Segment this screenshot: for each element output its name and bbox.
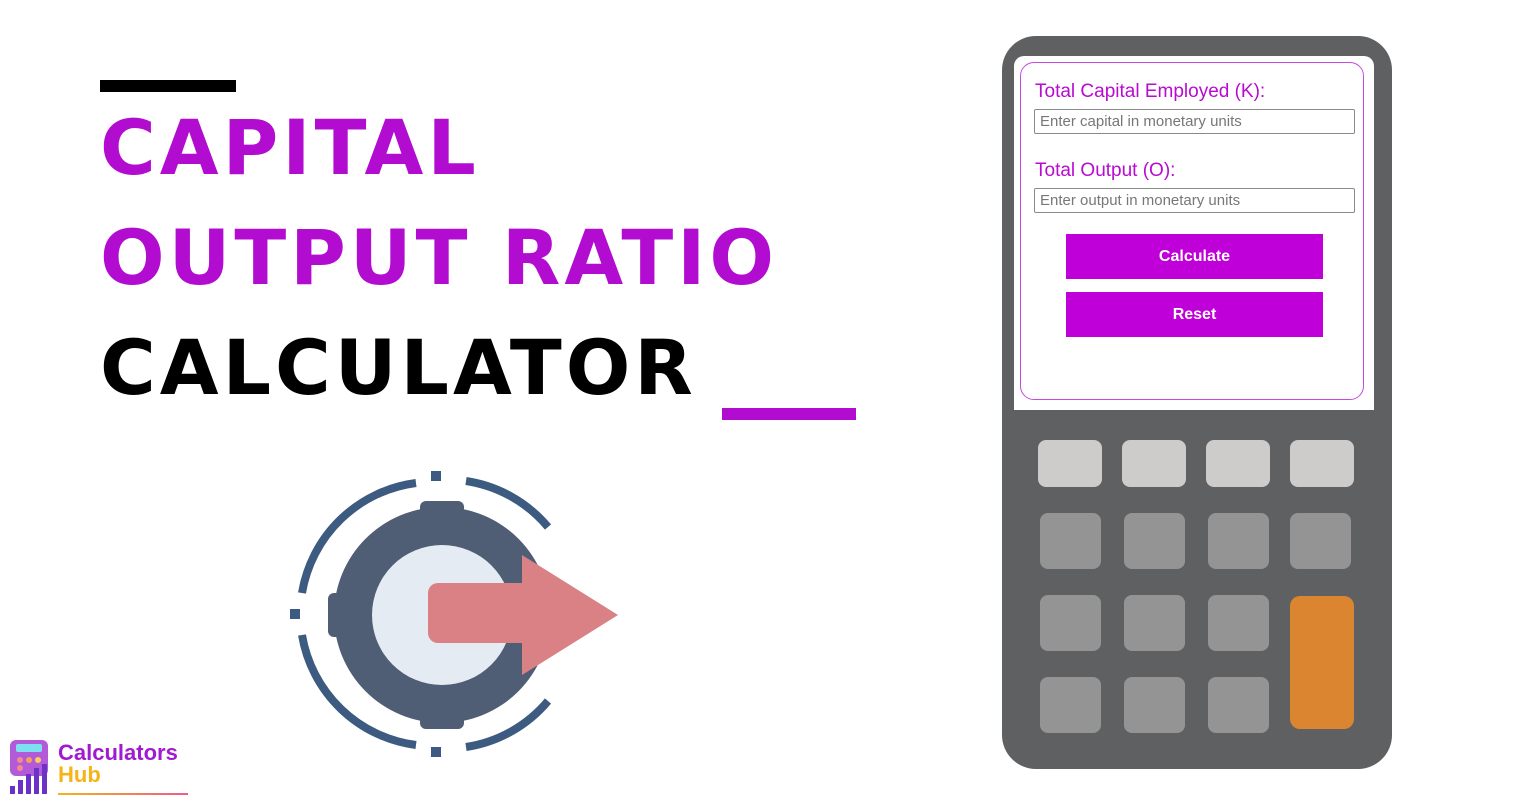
calculator-key [1038, 440, 1102, 487]
reset-button[interactable]: Reset [1066, 292, 1323, 337]
title-top-bar [100, 80, 236, 92]
title-line-1: Capital [100, 103, 480, 192]
capital-label: Total Capital Employed (K): [1035, 81, 1266, 102]
calculator-key [1040, 677, 1101, 733]
output-label: Total Output (O): [1035, 160, 1176, 181]
calculator-chart-icon [10, 740, 48, 794]
calculator-key [1208, 595, 1269, 651]
title-line-2: Output Ratio [100, 213, 779, 302]
output-input[interactable] [1034, 188, 1355, 213]
calculator-form: Total Capital Employed (K): Total Output… [1020, 62, 1364, 400]
calculator-key [1122, 440, 1186, 487]
gear-with-arrow-icon [290, 471, 618, 757]
calculator-key [1124, 677, 1185, 733]
capital-input[interactable] [1034, 109, 1355, 134]
logo-text-hub: Hub [58, 762, 101, 787]
calculator-key [1124, 595, 1185, 651]
title-underline-bar [722, 408, 856, 420]
calculator-key [1208, 677, 1269, 733]
calculator-key [1040, 595, 1101, 651]
calculator-key-equals [1290, 596, 1354, 729]
calculator-key [1290, 440, 1354, 487]
calculator-key [1208, 513, 1269, 569]
calculator-device: Total Capital Employed (K): Total Output… [1002, 36, 1392, 769]
logo-underline [58, 793, 188, 795]
calculators-hub-logo[interactable]: Calculators Hub [8, 738, 198, 798]
calculator-key [1206, 440, 1270, 487]
calculator-screen: Total Capital Employed (K): Total Output… [1014, 56, 1374, 410]
calculator-key [1124, 513, 1185, 569]
calculator-key [1290, 513, 1351, 569]
calculate-button[interactable]: Calculate [1066, 234, 1323, 279]
calculator-key [1040, 513, 1101, 569]
title-line-3: Calculator [100, 323, 697, 412]
